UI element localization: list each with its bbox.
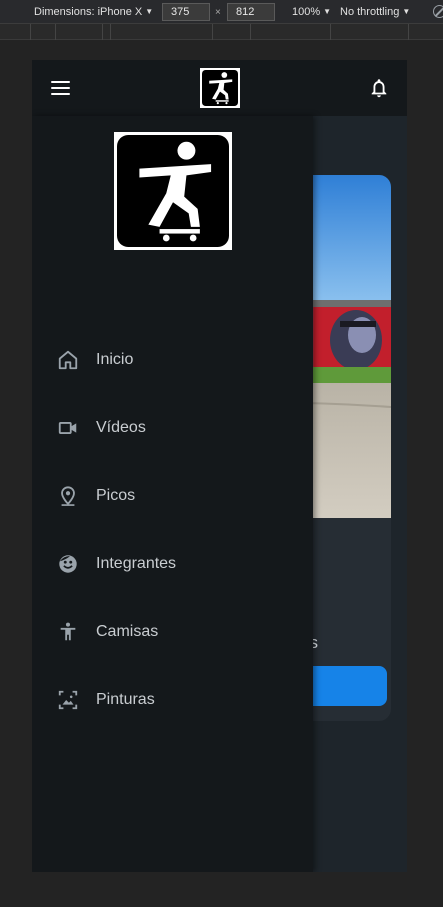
dimensions-dropdown[interactable]: Dimensions: iPhone X ▼ [34, 0, 153, 24]
nav-label-integrantes: Integrantes [96, 555, 177, 572]
nav-label-camisas: Camisas [96, 623, 159, 640]
caret-down-icon: ▼ [145, 7, 154, 16]
nav-item-integrantes[interactable]: Integrantes [32, 540, 313, 588]
nav-label-pinturas: Pinturas [96, 691, 155, 708]
times-sign: × [215, 7, 221, 18]
video-camera-icon [58, 422, 77, 434]
nav-label-videos: Vídeos [96, 419, 146, 436]
zoom-dropdown[interactable]: 100% ▼ [292, 0, 331, 24]
image-frame-icon [58, 690, 78, 710]
height-input[interactable]: 812 [227, 3, 275, 21]
hamburger-menu-icon[interactable] [51, 81, 70, 95]
app-header [32, 60, 407, 116]
caret-down-icon: ▼ [402, 7, 411, 16]
caret-down-icon: ▼ [323, 7, 332, 16]
devtools-toolbar: Dimensions: iPhone X ▼ 375 × 812 100% ▼ No… [0, 0, 443, 24]
nav-label-inicio: Inicio [96, 351, 134, 368]
person-standing-icon [60, 622, 76, 641]
throttling-label: No throttling [340, 6, 400, 18]
face-icon [59, 555, 77, 573]
throttling-dropdown[interactable]: No throttling ▼ [340, 0, 410, 24]
dimensions-label: Dimensions: iPhone X [34, 6, 143, 18]
side-drawer: Inicio Vídeos Picos Integrantes Camisas … [32, 116, 313, 872]
width-input[interactable]: 375 [162, 3, 210, 21]
nav-item-picos[interactable]: Picos [32, 472, 313, 520]
nav-item-pinturas[interactable]: Pinturas [32, 676, 313, 724]
nav-item-camisas[interactable]: Camisas [32, 608, 313, 656]
nav-item-videos[interactable]: Vídeos [32, 404, 313, 452]
zoom-label: 100% [292, 6, 321, 18]
nav-item-inicio[interactable]: Inicio [32, 336, 313, 384]
bell-icon[interactable] [368, 77, 390, 99]
nav-label-picos: Picos [96, 487, 136, 504]
skateboarder-logo [114, 132, 232, 250]
block-icon[interactable] [433, 5, 443, 18]
home-icon [58, 350, 78, 370]
skateboarder-logo[interactable] [200, 68, 240, 108]
ruler [0, 24, 443, 40]
location-pin-icon [61, 486, 75, 506]
device-viewport: es [32, 60, 407, 872]
